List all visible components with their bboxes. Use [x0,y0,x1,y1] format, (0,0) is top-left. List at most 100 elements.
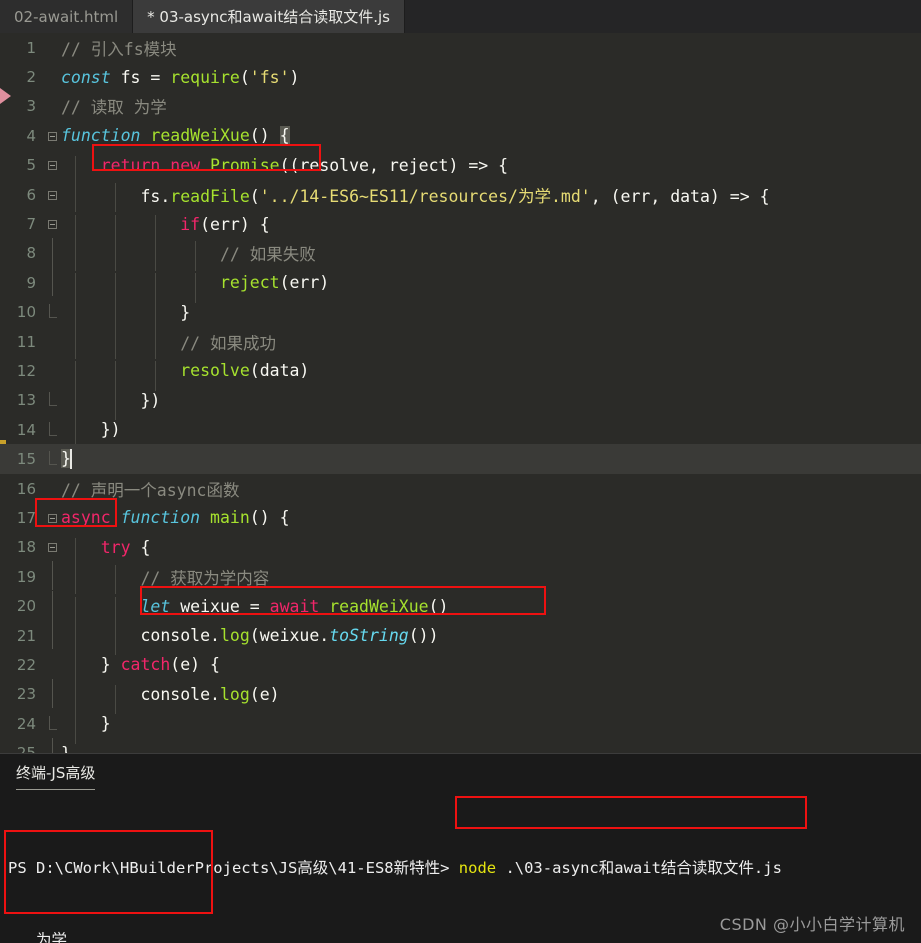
fold-gutter[interactable] [44,237,61,269]
line-number: 21 [16,626,36,645]
code-line-6[interactable]: 6 fs.readFile('../14-ES6~ES11/resources/… [0,180,921,213]
code-text: // 声明一个async函数 [61,480,240,500]
code-text: console.log(weixue.toString()) [61,626,439,656]
code-line-9[interactable]: 9 reject(err) [0,267,921,303]
command-exe: node [458,859,497,877]
code-text: } [61,744,71,753]
fold-gutter[interactable] [44,715,61,730]
line-number: 13 [16,391,36,410]
code-line-2[interactable]: 2 const fs = require('fs') [0,62,921,91]
fold-gutter[interactable] [44,737,61,753]
fold-gutter[interactable] [44,512,61,523]
line-number: 12 [16,361,36,380]
tab-label: 02-await.html [14,7,119,26]
code-text: try { [61,537,150,568]
vscode-window: 02-await.html * 03-async和await结合读取文件.js … [0,0,921,943]
code-line-23[interactable]: 23 console.log(e) [0,678,921,715]
text-cursor [69,449,72,470]
line-number: 23 [16,685,36,704]
prompt-path: PS D:\CWork\HBuilderProjects\JS高级\41-ES8… [8,859,459,877]
code-line-4[interactable]: 4 function readWeiXue() { [0,121,921,150]
code-line-24[interactable]: 24 } [0,709,921,744]
fold-gutter[interactable] [44,542,61,553]
code-line-22[interactable]: 22 } catch(e) { [0,650,921,685]
code-text: } catch(e) { [61,655,220,685]
line-number: 18 [16,538,36,557]
fold-gutter[interactable] [44,130,61,141]
line-number: 20 [16,597,36,616]
code-line-16[interactable]: 16 // 声明一个async函数 [0,474,921,503]
line-number: 9 [26,273,36,292]
code-text: console.log(e) [61,684,280,715]
code-text: function readWeiXue() { [61,126,290,146]
code-line-14[interactable]: 14 }) [0,415,921,450]
fold-gutter[interactable] [44,620,61,651]
line-number: 8 [26,244,36,263]
code-line-5[interactable]: 5 return new Promise((resolve, reject) =… [0,151,921,186]
code-text: // 如果失败 [61,241,316,271]
code-editor[interactable]: 1 // 引入fs模块 2 const fs = require('fs') 3… [0,33,921,753]
code-line-8[interactable]: 8 // 如果失败 [0,237,921,271]
code-line-13[interactable]: 13 }) [0,386,921,421]
fold-gutter[interactable] [44,392,61,407]
line-number: 15 [16,450,36,469]
code-text: fs.readFile('../14-ES6~ES11/resources/为学… [61,182,770,213]
code-line-19[interactable]: 19 // 获取为学内容 [0,561,921,595]
terminal-panel[interactable]: 终端-JS高级 PS D:\CWork\HBuilderProjects\JS高… [0,754,921,943]
line-number: 24 [16,714,36,733]
code-line-20[interactable]: 20 let weixue = await readWeiXue() [0,590,921,626]
code-line-11[interactable]: 11 // 如果成功 [0,327,921,359]
code-text: return new Promise((resolve, reject) => … [61,155,508,186]
code-text: if(err) { [61,214,270,244]
tab-03-async-await[interactable]: * 03-async和await结合读取文件.js [133,0,405,33]
line-number: 2 [26,68,36,87]
line-number: 6 [26,185,36,204]
code-text: }) [61,390,160,421]
fold-gutter[interactable] [44,561,61,592]
line-number: 4 [26,126,36,145]
terminal-prompt-line-1: PS D:\CWork\HBuilderProjects\JS高级\41-ES8… [8,856,913,880]
command-args: .\03-async和await结合读取文件.js [496,859,782,877]
tab-02-await-html[interactable]: 02-await.html [0,0,134,33]
line-number: 1 [26,38,36,57]
code-line-18[interactable]: 18 try { [0,533,921,568]
line-number: 5 [26,156,36,175]
code-text: resolve(data) [61,361,309,391]
code-line-25[interactable]: 25 } [0,737,921,753]
line-number: 19 [16,567,36,586]
code-line-7[interactable]: 7 if(err) { [0,209,921,244]
fold-gutter[interactable] [44,590,61,622]
line-number: 10 [16,303,36,322]
code-line-3[interactable]: 3 // 读取 为学 [0,92,921,121]
code-text: } [61,448,72,470]
code-text: reject(err) [61,273,329,303]
fold-gutter[interactable] [44,451,61,466]
fold-gutter[interactable] [44,160,61,171]
line-number: 16 [16,479,36,498]
code-line-12[interactable]: 12 resolve(data) [0,356,921,391]
code-line-21[interactable]: 21 console.log(weixue.toString()) [0,620,921,656]
fold-gutter[interactable] [44,421,61,436]
code-line-1[interactable]: 1 // 引入fs模块 [0,33,921,62]
terminal-tab-bar: 终端-JS高级 [16,762,96,790]
code-text: const fs = require('fs') [61,67,300,87]
line-number: 17 [16,508,36,527]
terminal-tab-js-advanced[interactable]: 终端-JS高级 [16,762,96,790]
fold-gutter[interactable] [44,304,61,319]
tab-label: * 03-async和await结合读取文件.js [147,8,390,26]
editor-tab-bar: 02-await.html * 03-async和await结合读取文件.js [0,0,921,33]
code-line-17[interactable]: 17 async function main() { [0,503,921,532]
fold-gutter[interactable] [44,189,61,200]
code-text: // 如果成功 [61,329,276,359]
code-text: }) [61,420,121,450]
code-text: async function main() { [61,508,290,528]
fold-gutter[interactable] [44,219,61,230]
line-number: 14 [16,420,36,439]
line-number: 3 [26,97,36,116]
code-line-10[interactable]: 10 } [0,298,921,333]
fold-gutter[interactable] [44,267,61,298]
code-line-15[interactable]: 15 } [0,444,921,474]
fold-gutter[interactable] [44,678,61,710]
line-number: 7 [26,215,36,234]
code-text: let weixue = await readWeiXue() [61,596,448,626]
